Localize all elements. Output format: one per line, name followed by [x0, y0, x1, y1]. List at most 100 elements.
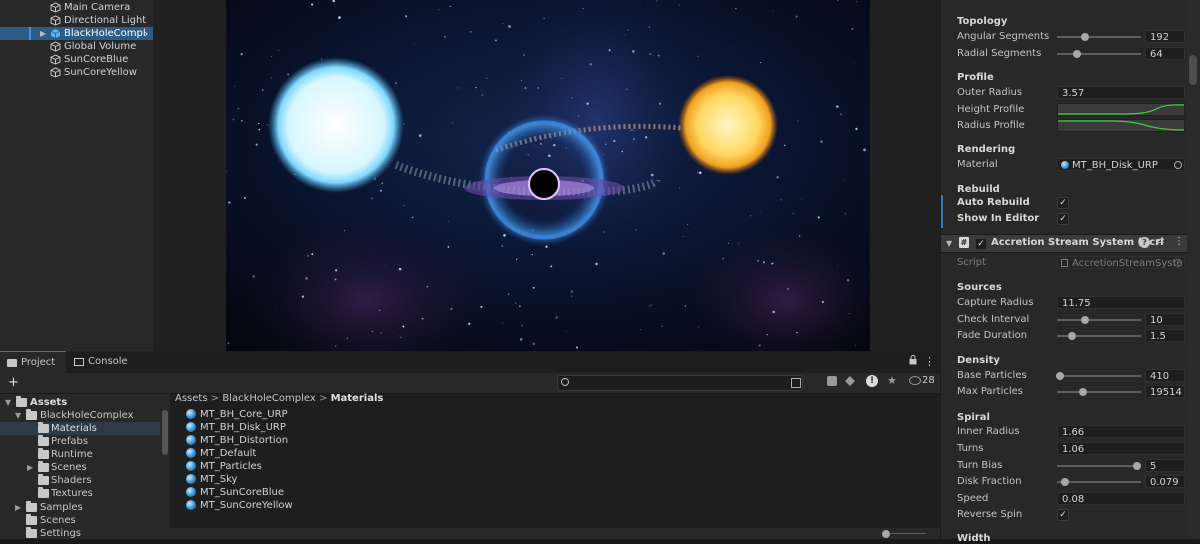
- capture-radius-field[interactable]: 11.75: [1057, 296, 1185, 309]
- tree-item-samples[interactable]: ▶ Samples: [0, 501, 160, 514]
- base-particles-field[interactable]: 410: [1145, 369, 1185, 382]
- hierarchy-item-suncoreblue[interactable]: SunCoreBlue: [0, 53, 153, 66]
- add-button[interactable]: +: [8, 375, 19, 390]
- tree-item-label: Runtime: [51, 449, 93, 460]
- hierarchy-item-directional-light[interactable]: Directional Light: [0, 14, 153, 27]
- auto-rebuild-checkbox[interactable]: ✓: [1057, 197, 1069, 209]
- hierarchy-item-main-camera[interactable]: Main Camera: [0, 1, 153, 14]
- tree-item-shaders[interactable]: Shaders: [0, 474, 160, 487]
- collapse-arrow-icon[interactable]: ▶: [15, 501, 21, 514]
- tree-item-label: Settings: [40, 528, 82, 539]
- slider-knob[interactable]: [1080, 316, 1089, 324]
- inspector-scrollbar-thumb[interactable]: [1189, 55, 1197, 85]
- filter-type-icon[interactable]: [827, 376, 837, 386]
- tab-label: Project: [21, 357, 56, 368]
- object-picker-icon[interactable]: [1174, 161, 1182, 169]
- tree-item-settings[interactable]: Settings: [0, 527, 160, 540]
- hierarchy-item-global-volume[interactable]: Global Volume: [0, 40, 153, 53]
- tab-project[interactable]: Project: [0, 351, 66, 374]
- angular-segments-slider[interactable]: [1057, 36, 1141, 38]
- warning-icon[interactable]: !: [866, 375, 878, 387]
- scene-view[interactable]: [226, 0, 870, 351]
- tab-console[interactable]: Console: [70, 351, 140, 373]
- material-icon: [186, 500, 196, 510]
- tree-item-materials[interactable]: Materials: [0, 422, 160, 435]
- max-particles-field[interactable]: 19514: [1145, 385, 1185, 398]
- material-field[interactable]: MT_BH_Disk_URP: [1057, 158, 1185, 171]
- breadcrumb-assets[interactable]: Assets: [175, 393, 208, 404]
- hierarchy-item-label: Directional Light: [64, 15, 147, 26]
- reverse-spin-checkbox[interactable]: ✓: [1057, 509, 1069, 521]
- turn-bias-slider[interactable]: [1057, 465, 1141, 467]
- disk-fraction-field[interactable]: 0.079: [1145, 475, 1185, 488]
- tree-scrollbar[interactable]: [162, 410, 168, 455]
- component-menu-icon[interactable]: ⋮: [1174, 236, 1184, 247]
- slider-knob[interactable]: [1079, 388, 1088, 396]
- material-name: MT_Sky: [200, 474, 238, 485]
- foldout-arrow-icon[interactable]: ▼: [946, 239, 952, 248]
- tree-item-runtime[interactable]: Runtime: [0, 448, 160, 461]
- property-label: Max Particles: [957, 386, 1024, 397]
- property-label: Radius Profile: [957, 120, 1025, 131]
- search-options-icon[interactable]: [791, 378, 801, 388]
- material-value: MT_BH_Disk_URP: [1072, 160, 1158, 171]
- search-input[interactable]: [557, 375, 803, 391]
- folder-icon: [16, 396, 27, 407]
- tree-item-label: Prefabs: [51, 436, 89, 447]
- breadcrumb-separator: >: [319, 393, 328, 404]
- tree-item-prefabs[interactable]: Prefabs: [0, 435, 160, 448]
- eye-icon[interactable]: [909, 376, 921, 385]
- turns-field[interactable]: 1.06: [1057, 442, 1185, 455]
- lock-icon[interactable]: [909, 355, 917, 365]
- fade-duration-field[interactable]: 1.5: [1145, 329, 1185, 342]
- tree-item-scenes[interactable]: Scenes: [0, 514, 160, 527]
- folder-tree-list: ▼ Assets ▼ BlackHoleComplex Materials Pr…: [0, 394, 162, 539]
- tree-item-scenes-sub[interactable]: ▶ Scenes: [0, 461, 160, 474]
- tree-item-blackholecomplex[interactable]: ▼ BlackHoleComplex: [0, 409, 160, 422]
- disk-fraction-slider[interactable]: [1057, 481, 1141, 483]
- expand-arrow-icon[interactable]: ▼: [15, 409, 21, 422]
- slider-knob[interactable]: [1132, 462, 1141, 470]
- inner-radius-field[interactable]: 1.66: [1057, 425, 1185, 438]
- folder-icon: [26, 514, 37, 525]
- angular-segments-field[interactable]: 192: [1145, 30, 1185, 43]
- breadcrumb-materials[interactable]: Materials: [331, 393, 384, 404]
- label-icon[interactable]: [845, 376, 855, 386]
- property-label: Speed: [957, 493, 989, 504]
- presets-icon[interactable]: ⇄: [1156, 236, 1164, 247]
- star-icon[interactable]: ★: [887, 374, 897, 387]
- base-particles-slider[interactable]: [1057, 375, 1141, 377]
- chevron-right-icon[interactable]: ›: [144, 27, 148, 40]
- check-interval-field[interactable]: 10: [1145, 313, 1185, 326]
- material-icon: [186, 409, 196, 419]
- script-icon: #: [959, 237, 969, 248]
- max-particles-slider[interactable]: [1057, 391, 1141, 393]
- property-label: Show In Editor: [957, 213, 1040, 224]
- tree-item-assets[interactable]: ▼ Assets: [0, 396, 160, 409]
- tree-item-textures[interactable]: Textures: [0, 487, 160, 500]
- collapse-arrow-icon[interactable]: ▶: [27, 461, 33, 474]
- turn-bias-field[interactable]: 5: [1145, 459, 1185, 472]
- help-icon[interactable]: ?: [1139, 237, 1150, 248]
- folder-icon: [26, 501, 37, 512]
- expand-arrow-icon[interactable]: ▼: [5, 396, 11, 409]
- project-status-bar: [170, 528, 940, 539]
- material-icon: [186, 487, 196, 497]
- component-enabled-checkbox[interactable]: ✓: [975, 238, 987, 250]
- icon-size-slider-knob[interactable]: [882, 530, 890, 538]
- outer-radius-field[interactable]: 3.57: [1057, 86, 1185, 99]
- height-profile-curve[interactable]: [1057, 103, 1185, 116]
- breadcrumb-blackholecomplex[interactable]: BlackHoleComplex: [222, 393, 316, 404]
- radial-segments-field[interactable]: 64: [1145, 47, 1185, 60]
- show-in-editor-checkbox[interactable]: ✓: [1057, 213, 1069, 225]
- radial-segments-slider[interactable]: [1057, 53, 1141, 55]
- component-header[interactable]: ▼ # ✓ Accretion Stream System (Scri ? ⇄ …: [941, 234, 1200, 253]
- hierarchy-item-blackhole[interactable]: ▶ BlackHoleCompl ›: [0, 27, 153, 40]
- speed-field[interactable]: 0.08: [1057, 492, 1185, 505]
- kebab-menu-icon[interactable]: ⋮: [924, 355, 935, 368]
- slider-knob[interactable]: [1080, 33, 1089, 41]
- check-interval-slider[interactable]: [1057, 319, 1141, 321]
- radius-profile-curve[interactable]: [1057, 119, 1185, 132]
- hierarchy-item-suncoreyellow[interactable]: SunCoreYellow: [0, 66, 153, 79]
- expand-arrow-icon[interactable]: ▶: [40, 27, 46, 40]
